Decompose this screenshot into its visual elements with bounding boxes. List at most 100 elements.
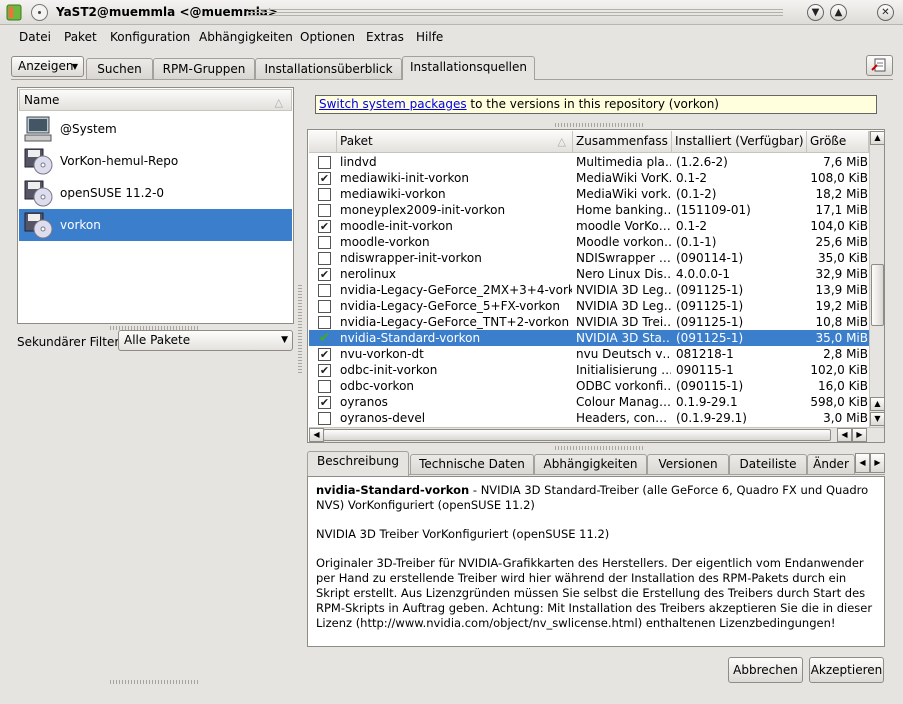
table-row[interactable]: odbc-init-vorkon Initialisierung … 090115-… xyxy=(309,362,869,378)
repository-list[interactable]: Name △ @System VorKon-hemul-Repo openSUS… xyxy=(17,87,294,324)
menu-hilfe[interactable]: Hilfe xyxy=(416,30,443,44)
status-checkbox[interactable] xyxy=(318,364,331,377)
package-size: 13,9 MiB xyxy=(815,283,868,297)
close-icon[interactable]: ✕ xyxy=(877,4,894,21)
repo-item-system[interactable]: @System xyxy=(19,113,292,145)
install-check-icon[interactable]: ✔ xyxy=(318,331,331,345)
table-row[interactable]: lindvd Multimedia pla… (1.2.6-2) 7,6 MiB xyxy=(309,154,869,170)
tab-aenderungen[interactable]: Änder xyxy=(807,454,855,475)
tab-abhaengigkeiten[interactable]: Abhängigkeiten xyxy=(534,454,647,475)
package-version: (091125-1) xyxy=(676,315,744,329)
tab-technische-daten[interactable]: Technische Daten xyxy=(410,454,534,475)
vertical-scrollbar[interactable]: ▲ ▲ ▼ xyxy=(869,131,884,428)
table-row[interactable]: ✔ nvidia-Standard-vorkon NVIDIA 3D Sta… (09… xyxy=(309,330,869,346)
status-checkbox[interactable] xyxy=(318,172,331,185)
package-version: (0.1-1) xyxy=(676,235,717,249)
package-size: 108,0 KiB xyxy=(810,171,868,185)
table-row[interactable]: mediawiki-vorkon MediaWiki vork… (0.1-2) 18… xyxy=(309,186,869,202)
table-row[interactable]: mediawiki-init-vorkon MediaWiki VorK… 0.1-… xyxy=(309,170,869,186)
table-row[interactable]: odbc-vorkon ODBC vorkonfi… (090115-1) 16,0 … xyxy=(309,378,869,394)
table-row[interactable]: oyranos-devel Headers, con… (0.1.9-29.1) 3,… xyxy=(309,410,869,426)
package-name: odbc-vorkon xyxy=(340,379,415,393)
repo-item-vorkon-hemul-repo[interactable]: VorKon-hemul-Repo xyxy=(19,145,292,177)
accept-button[interactable]: Akzeptieren xyxy=(809,657,884,683)
column-header-installiert[interactable]: Installiert (Verfügbar) xyxy=(672,131,807,153)
splitter-grip[interactable] xyxy=(555,446,645,450)
status-checkbox[interactable] xyxy=(318,412,331,425)
repo-item-opensuse[interactable]: openSUSE 11.2-0 xyxy=(19,177,292,209)
scroll-thumb[interactable] xyxy=(323,429,831,441)
status-checkbox[interactable] xyxy=(318,156,331,169)
scroll-down-icon[interactable]: ▼ xyxy=(870,412,884,426)
tab-versionen[interactable]: Versionen xyxy=(647,454,729,475)
tab-dateiliste[interactable]: Dateiliste xyxy=(729,454,807,475)
status-checkbox[interactable] xyxy=(318,204,331,217)
tab-scroll-left-icon[interactable]: ◀ xyxy=(855,453,870,473)
status-checkbox[interactable] xyxy=(318,188,331,201)
menu-datei[interactable]: Datei xyxy=(19,30,51,44)
status-checkbox[interactable] xyxy=(318,348,331,361)
status-checkbox[interactable] xyxy=(318,268,331,281)
splitter-grip[interactable] xyxy=(555,123,645,127)
switch-system-packages-link[interactable]: Switch system packages xyxy=(319,97,467,111)
tab-beschreibung[interactable]: Beschreibung xyxy=(307,451,409,476)
status-checkbox[interactable] xyxy=(318,284,331,297)
view-dropdown-button[interactable]: Anzeigen ▼ xyxy=(11,56,84,77)
tab-rpm-gruppen[interactable]: RPM-Gruppen xyxy=(153,58,255,79)
column-header-zusammenfassung[interactable]: Zusammenfass xyxy=(573,131,672,153)
repo-column-header[interactable]: Name △ xyxy=(19,89,292,111)
scroll-right-icon[interactable]: ▶ xyxy=(852,428,867,442)
status-checkbox[interactable] xyxy=(318,380,331,393)
tab-installationsquellen[interactable]: Installationsquellen xyxy=(402,56,535,80)
title-bar[interactable]: YaST2@muemmla <@muemmla> ▼ ▲ ✕ xyxy=(0,0,903,25)
update-repos-button[interactable] xyxy=(866,55,893,76)
package-table[interactable]: Paket △ Zusammenfass Installiert (Verfüg… xyxy=(307,129,885,443)
table-row[interactable]: nvu-vorkon-dt nvu Deutsch v… 081218-1 2,8 M… xyxy=(309,346,869,362)
status-checkbox[interactable] xyxy=(318,220,331,233)
scroll-up-icon[interactable]: ▲ xyxy=(870,131,884,145)
column-header-paket[interactable]: Paket △ xyxy=(337,131,573,153)
minimize-icon[interactable]: ▼ xyxy=(807,4,824,21)
table-row[interactable]: ndiswrapper-init-vorkon NDISwrapper … (090… xyxy=(309,250,869,266)
scroll-left-icon[interactable]: ◀ xyxy=(309,428,324,442)
maximize-icon[interactable]: ▲ xyxy=(830,4,847,21)
package-size: 35,0 MiB xyxy=(815,331,868,345)
scroll-up-icon[interactable]: ▲ xyxy=(870,397,884,411)
table-row[interactable]: oyranos Colour Manag… 0.1.9-29.1 598,0 KiB xyxy=(309,394,869,410)
table-row[interactable]: nerolinux Nero Linux Dis… 4.0.0.0-1 32,9 Mi… xyxy=(309,266,869,282)
table-row[interactable]: moodle-init-vorkon moodle VorKo… 0.1-2 104,… xyxy=(309,218,869,234)
status-checkbox[interactable] xyxy=(318,236,331,249)
menu-extras[interactable]: Extras xyxy=(366,30,404,44)
status-checkbox[interactable] xyxy=(318,396,331,409)
tab-installationsueberblick[interactable]: Installationsüberblick xyxy=(255,58,402,79)
table-row[interactable]: nvidia-Legacy-GeForce_2MX+3+4-vorkon NVID… xyxy=(309,282,869,298)
repo-item-vorkon[interactable]: vorkon xyxy=(19,209,292,241)
column-header-groesse[interactable]: Größe xyxy=(807,131,869,153)
tab-scroll-right-icon[interactable]: ▶ xyxy=(870,453,885,473)
status-checkbox[interactable] xyxy=(318,252,331,265)
vertical-splitter-grip[interactable] xyxy=(298,285,302,375)
menu-paket[interactable]: Paket xyxy=(64,30,97,44)
horizontal-scrollbar[interactable]: ◀ ◀ ▶ xyxy=(309,427,884,442)
cancel-button[interactable]: Abbrechen xyxy=(728,657,803,683)
status-checkbox[interactable] xyxy=(318,316,331,329)
menu-optionen[interactable]: Optionen xyxy=(300,30,355,44)
description-heading: nvidia-Standard-vorkon - NVIDIA 3D Stand… xyxy=(316,483,876,513)
tab-suchen[interactable]: Suchen xyxy=(86,58,153,79)
package-version: 081218-1 xyxy=(676,347,734,361)
table-row[interactable]: nvidia-Legacy-GeForce_TNT+2-vorkon NVIDIA… xyxy=(309,314,869,330)
status-column-header[interactable] xyxy=(309,131,337,153)
status-checkbox[interactable] xyxy=(318,300,331,313)
scroll-thumb[interactable] xyxy=(871,264,884,326)
menu-abhaengigkeiten[interactable]: Abhängigkeiten xyxy=(199,30,293,44)
table-row[interactable]: moneyplex2009-init-vorkon Home banking… (1… xyxy=(309,202,869,218)
window-menu-icon[interactable] xyxy=(31,4,48,21)
splitter-grip[interactable] xyxy=(110,680,200,684)
scroll-left-icon[interactable]: ◀ xyxy=(837,428,852,442)
table-row[interactable]: moodle-vorkon Moodle vorkon… (0.1-1) 25,6 M… xyxy=(309,234,869,250)
package-size: 19,2 MiB xyxy=(815,299,868,313)
secondary-filter-select[interactable]: Alle Pakete ▼ xyxy=(118,330,293,351)
package-summary: NVIDIA 3D Leg… xyxy=(576,299,671,313)
menu-konfiguration[interactable]: Konfiguration xyxy=(110,30,190,44)
table-row[interactable]: nvidia-Legacy-GeForce_5+FX-vorkon NVIDIA … xyxy=(309,298,869,314)
